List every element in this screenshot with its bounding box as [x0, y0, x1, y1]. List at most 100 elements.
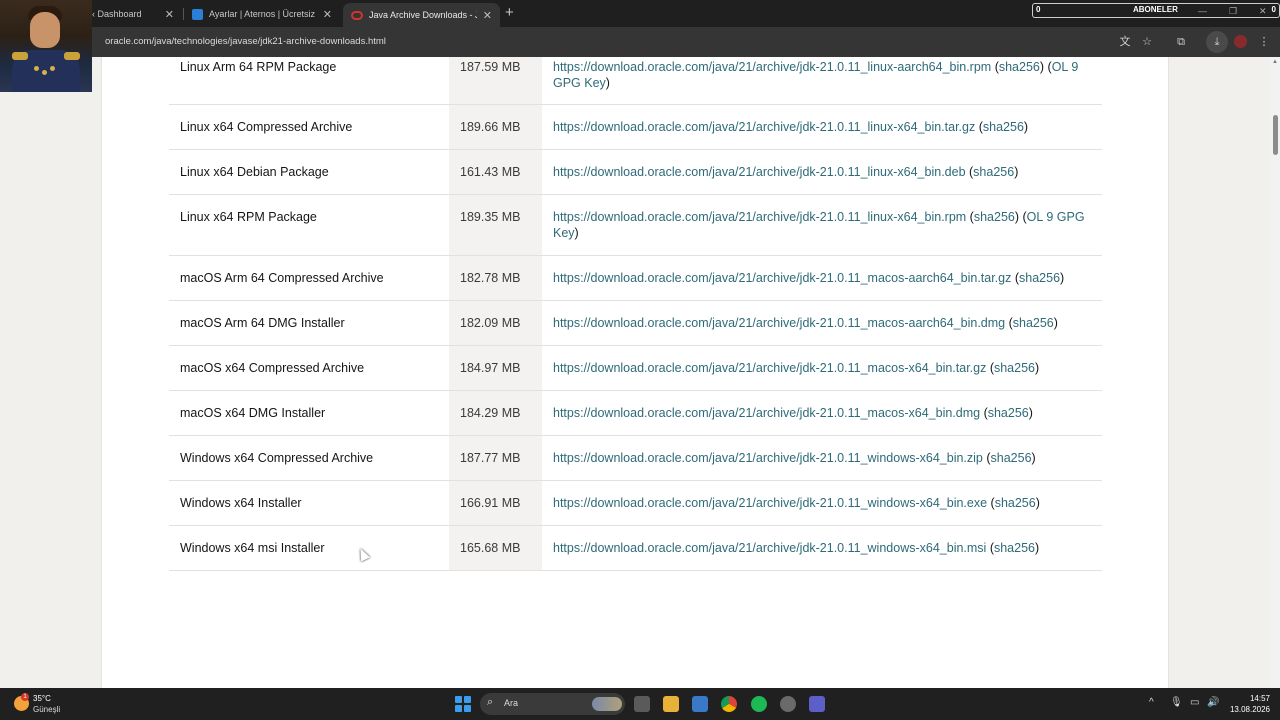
- download-link[interactable]: https://download.oracle.com/java/21/arch…: [553, 165, 966, 179]
- chrome-icon[interactable]: [721, 696, 737, 712]
- sha256-link[interactable]: sha256: [1019, 271, 1060, 285]
- volume-icon[interactable]: 🔊: [1207, 697, 1219, 708]
- file-size: 189.66 MB: [460, 120, 521, 134]
- file-size: 161.43 MB: [460, 165, 521, 179]
- table-row: macOS x64 Compressed Archive 184.97 MB h…: [169, 346, 1102, 391]
- file-size: 189.35 MB: [460, 210, 521, 224]
- start-menu-icon[interactable]: [455, 696, 471, 712]
- page-scrollbar[interactable]: ▲: [1270, 57, 1280, 688]
- product-name: Windows x64 Installer: [180, 496, 302, 510]
- download-link[interactable]: https://download.oracle.com/java/21/arch…: [553, 406, 980, 420]
- table-row: Linux x64 RPM Package 189.35 MB https://…: [169, 195, 1102, 256]
- table-row: Linux Arm 64 RPM Package 187.59 MB https…: [169, 57, 1102, 105]
- product-name: macOS x64 Compressed Archive: [180, 361, 365, 375]
- medal-shape: [34, 66, 39, 71]
- sha256-link[interactable]: sha256: [991, 451, 1032, 465]
- download-icon: ⤓: [1214, 36, 1220, 48]
- download-link[interactable]: https://download.oracle.com/java/21/arch…: [553, 541, 986, 555]
- download-link[interactable]: https://download.oracle.com/java/21/arch…: [553, 120, 975, 134]
- weather-temperature[interactable]: 35°C: [33, 694, 51, 703]
- translate-icon[interactable]: 文: [1117, 34, 1133, 50]
- sha256-link[interactable]: sha256: [994, 541, 1035, 555]
- microphone-icon[interactable]: 🎙: [1170, 697, 1183, 708]
- tab-title: Ayarlar | Aternos | Ücretsiz Mine: [209, 9, 317, 19]
- face-shape: [30, 12, 60, 48]
- download-link[interactable]: https://download.oracle.com/java/21/arch…: [553, 451, 983, 465]
- file-size: 184.29 MB: [460, 406, 521, 420]
- file-size: 187.59 MB: [460, 60, 521, 74]
- subscriber-label: ABONELER: [1133, 5, 1178, 14]
- address-bar: oracle.com/java/technologies/javase/jdk2…: [0, 27, 1280, 57]
- task-view-icon[interactable]: [634, 696, 650, 712]
- minimize-icon[interactable]: —: [1198, 6, 1207, 16]
- tab-title: Java Archive Downloads - Java: [369, 10, 477, 20]
- new-tab-icon[interactable]: +: [505, 4, 514, 21]
- sha256-link[interactable]: sha256: [995, 496, 1036, 510]
- download-link[interactable]: https://download.oracle.com/java/21/arch…: [553, 210, 966, 224]
- sha256-link[interactable]: sha256: [983, 120, 1024, 134]
- product-name: Linux Arm 64 RPM Package: [180, 60, 337, 74]
- product-name: macOS Arm 64 DMG Installer: [180, 316, 345, 330]
- gpg-key-link[interactable]: OL 9: [1052, 60, 1079, 74]
- taskbar-clock[interactable]: 14:57 13.08.2026: [1226, 693, 1270, 715]
- weather-condition[interactable]: Güneşli: [33, 705, 60, 714]
- sha256-link[interactable]: sha256: [974, 210, 1015, 224]
- taskbar: 1 35°C Güneşli ⌕ Ara ^ 🎙 ▭ 🔊 14:57 13.08…: [0, 688, 1280, 720]
- close-icon[interactable]: ✕: [483, 9, 492, 22]
- gpg-key-link[interactable]: OL 9 GPG: [1027, 210, 1085, 224]
- bookmark-star-icon[interactable]: ☆: [1139, 34, 1155, 50]
- taskbar-search[interactable]: ⌕ Ara: [480, 693, 625, 715]
- file-size: 184.97 MB: [460, 361, 521, 375]
- table-row: Linux x64 Debian Package 161.43 MB https…: [169, 150, 1102, 195]
- sha256-link[interactable]: sha256: [988, 406, 1029, 420]
- table-row: macOS Arm 64 DMG Installer 182.09 MB htt…: [169, 301, 1102, 346]
- product-name: Windows x64 Compressed Archive: [180, 451, 374, 465]
- network-icon[interactable]: ▭: [1190, 697, 1199, 708]
- gpg-key-link-continued[interactable]: GPG Key: [553, 76, 606, 90]
- chevron-up-icon[interactable]: ^: [1149, 697, 1154, 708]
- tab-java-archive[interactable]: Java Archive Downloads - Java ✕: [343, 3, 500, 27]
- profile-avatar[interactable]: [1234, 35, 1247, 48]
- extensions-icon[interactable]: ⧉: [1173, 34, 1189, 50]
- menu-icon[interactable]: ⋮: [1256, 34, 1272, 50]
- download-link[interactable]: https://download.oracle.com/java/21/arch…: [553, 496, 987, 510]
- webcam-overlay: [0, 0, 92, 92]
- download-link[interactable]: https://download.oracle.com/java/21/arch…: [553, 271, 1011, 285]
- product-name: macOS Arm 64 Compressed Archive: [180, 271, 384, 285]
- file-size: 166.91 MB: [460, 496, 521, 510]
- gpg-key-link-continued[interactable]: Key: [553, 226, 575, 240]
- table-row: Windows x64 Compressed Archive 187.77 MB…: [169, 436, 1102, 481]
- tab-dashboard[interactable]: ‹ Dashboard ✕: [84, 3, 182, 25]
- microsoft-store-icon[interactable]: [692, 696, 708, 712]
- file-size: 165.68 MB: [460, 541, 521, 555]
- teams-icon[interactable]: [809, 696, 825, 712]
- search-highlight-image: [592, 697, 622, 711]
- table-row: macOS Arm 64 Compressed Archive 182.78 M…: [169, 256, 1102, 301]
- sha256-link[interactable]: sha256: [973, 165, 1014, 179]
- scrollbar-thumb[interactable]: [1273, 115, 1278, 155]
- close-icon[interactable]: ✕: [165, 8, 174, 21]
- product-name: macOS x64 DMG Installer: [180, 406, 326, 420]
- spotify-icon[interactable]: [751, 696, 767, 712]
- file-explorer-icon[interactable]: [663, 696, 679, 712]
- scroll-up-icon[interactable]: ▲: [1272, 59, 1278, 65]
- download-link[interactable]: https://download.oracle.com/java/21/arch…: [553, 361, 986, 375]
- product-name: Windows x64 msi Installer: [180, 541, 325, 555]
- product-name: Linux x64 RPM Package: [180, 210, 317, 224]
- sha256-link[interactable]: sha256: [994, 361, 1035, 375]
- tab-aternos[interactable]: Ayarlar | Aternos | Ücretsiz Mine ✕: [184, 3, 340, 25]
- sha256-link[interactable]: sha256: [999, 60, 1040, 74]
- close-icon[interactable]: ✕: [323, 8, 332, 21]
- url-field[interactable]: oracle.com/java/technologies/javase/jdk2…: [105, 36, 386, 47]
- maximize-icon[interactable]: ❐: [1229, 6, 1237, 17]
- sha256-link[interactable]: sha256: [1013, 316, 1054, 330]
- product-name: Linux x64 Debian Package: [180, 165, 329, 179]
- download-cell: https://download.oracle.com/java/21/arch…: [553, 451, 1036, 465]
- steam-icon[interactable]: [780, 696, 796, 712]
- close-window-icon[interactable]: ✕: [1259, 6, 1267, 17]
- download-link[interactable]: https://download.oracle.com/java/21/arch…: [553, 316, 1005, 330]
- download-cell: https://download.oracle.com/java/21/arch…: [553, 316, 1058, 330]
- download-link[interactable]: https://download.oracle.com/java/21/arch…: [553, 60, 991, 74]
- file-size: 187.77 MB: [460, 451, 521, 465]
- subscriber-count: 0: [1036, 5, 1041, 14]
